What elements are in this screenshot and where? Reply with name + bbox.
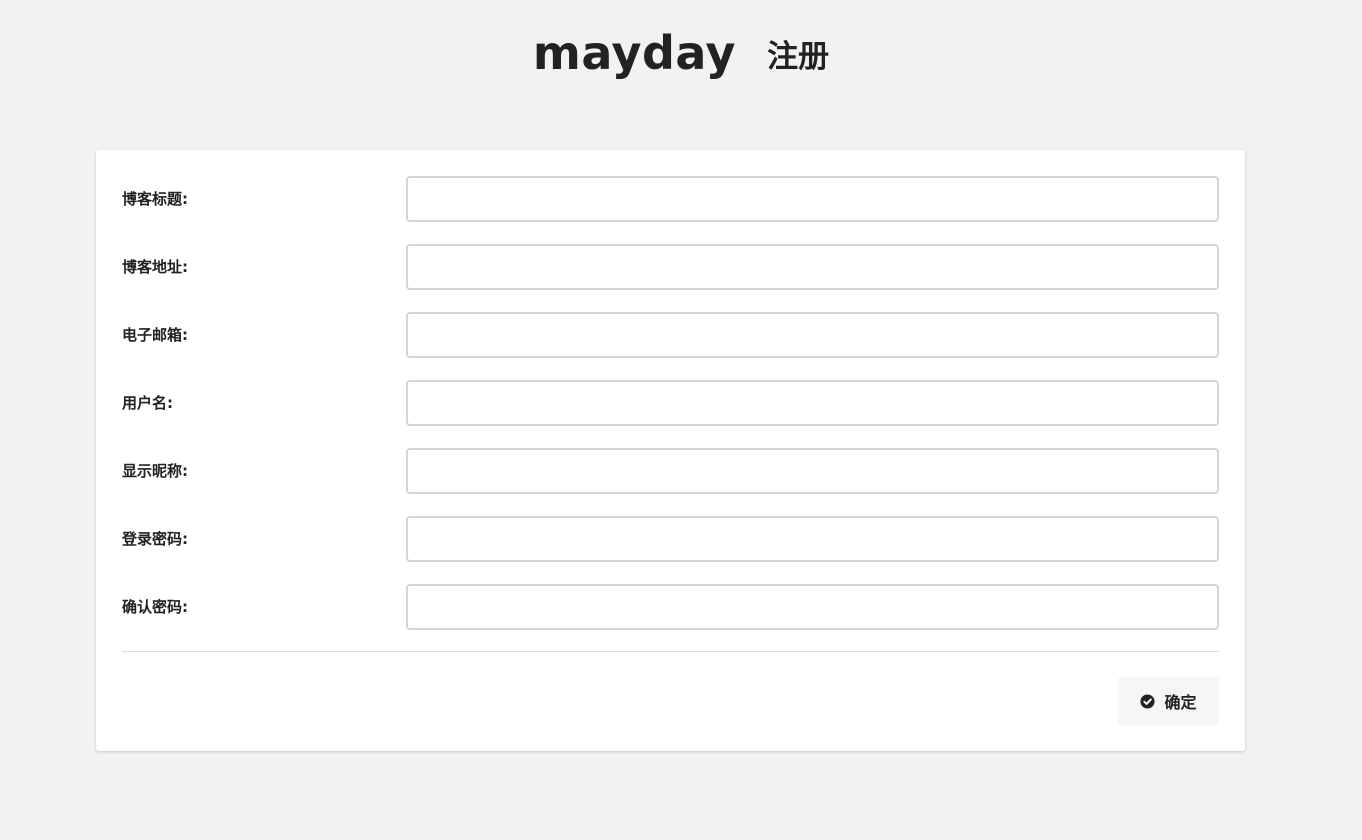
registration-card: 博客标题: 博客地址: 电子邮箱: 用户名: 显示昵称: 登录密码: 确认密码:… <box>96 150 1245 751</box>
blog-url-input[interactable] <box>406 244 1219 290</box>
check-circle-icon <box>1140 693 1156 709</box>
confirm-password-label: 确认密码: <box>122 598 188 616</box>
form-row-blog-title: 博客标题: <box>122 176 1219 222</box>
form-row-password: 登录密码: <box>122 516 1219 562</box>
form-row-confirm-password: 确认密码: <box>122 584 1219 630</box>
brand-name: mayday <box>532 26 736 80</box>
form-row-blog-url: 博客地址: <box>122 244 1219 290</box>
blog-title-label: 博客标题: <box>122 190 188 208</box>
display-name-input[interactable] <box>406 448 1219 494</box>
confirm-password-input[interactable] <box>406 584 1219 630</box>
password-label: 登录密码: <box>122 530 188 548</box>
page-subtitle: 注册 <box>767 38 830 75</box>
page-title: mayday 注册 <box>0 26 1362 80</box>
password-input[interactable] <box>406 516 1219 562</box>
display-name-label: 显示昵称: <box>122 462 188 480</box>
username-input[interactable] <box>406 380 1219 426</box>
email-input[interactable] <box>406 312 1219 358</box>
confirm-button[interactable]: 确定 <box>1118 677 1219 725</box>
confirm-button-label: 确定 <box>1164 693 1197 712</box>
form-row-display-name: 显示昵称: <box>122 448 1219 494</box>
blog-title-input[interactable] <box>406 176 1219 222</box>
username-label: 用户名: <box>122 394 173 412</box>
form-row-email: 电子邮箱: <box>122 312 1219 358</box>
email-label: 电子邮箱: <box>122 326 188 344</box>
blog-url-label: 博客地址: <box>122 258 188 276</box>
form-divider <box>122 651 1219 652</box>
form-row-username: 用户名: <box>122 380 1219 426</box>
